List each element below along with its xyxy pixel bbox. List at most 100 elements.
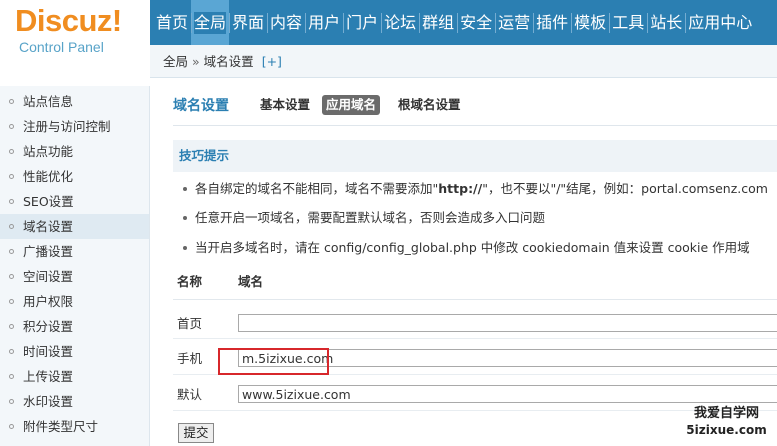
title-divider [173, 125, 777, 126]
sidebar-item[interactable]: 域名设置 [0, 214, 149, 239]
nav-item[interactable]: 工具 [609, 0, 647, 45]
tab-root-domain[interactable]: 根域名设置 [394, 95, 465, 115]
tips-title: 技巧提示 [179, 148, 230, 163]
nav-item[interactable]: 全局 [191, 0, 230, 45]
nav-item[interactable]: 门户 [343, 0, 381, 45]
tab-app-domain[interactable]: 应用域名 [322, 95, 381, 115]
row-divider [173, 338, 777, 339]
sidebar-item[interactable]: 积分设置 [0, 314, 149, 339]
bullet-icon [9, 149, 14, 154]
sidebar-item-label: 时间设置 [23, 344, 74, 359]
nav-item-label: 论坛 [384, 13, 417, 32]
bullet-icon [9, 424, 14, 429]
sidebar-item-label: 用户权限 [23, 294, 74, 309]
bullet-icon [9, 399, 14, 404]
bullet-icon [9, 374, 14, 379]
breadcrumb-root[interactable]: 全局 [163, 54, 188, 69]
nav-item[interactable]: 模板 [571, 0, 609, 45]
bullet-icon [183, 245, 187, 250]
sidebar-item-label: 积分设置 [23, 319, 74, 334]
nav-item[interactable]: 插件 [533, 0, 571, 45]
sidebar-item-label: 注册与访问控制 [23, 119, 111, 134]
discuz-logo[interactable]: Discuz! Control Panel [0, 0, 150, 78]
default-domain-input[interactable] [238, 385, 777, 403]
top-navigation: 首页 全局 界面 内容 用户 门户 论坛 群组 安全 运营 插件 模板 工具 站长 应用中心 [150, 0, 777, 45]
nav-item[interactable]: 界面 [229, 0, 267, 45]
sidebar-item[interactable]: 时间设置 [0, 339, 149, 364]
tip-item: 当开启多域名时，请在 config/config_global.php 中修改 … [183, 240, 750, 256]
nav-item-label: 内容 [270, 13, 303, 32]
nav-item[interactable]: 群组 [419, 0, 457, 45]
bullet-icon [9, 274, 14, 279]
nav-item-label: 应用中心 [688, 13, 753, 32]
bullet-icon [9, 249, 14, 254]
bullet-icon [9, 349, 14, 354]
sidebar-item[interactable]: 站点信息 [0, 89, 149, 114]
nav-item[interactable]: 用户 [305, 0, 343, 45]
nav-item-label: 站长 [650, 13, 683, 32]
nav-item[interactable]: 应用中心 [685, 0, 755, 45]
bullet-icon [9, 99, 14, 104]
sidebar-item[interactable]: 上传设置 [0, 364, 149, 389]
breadcrumb-separator: » [192, 54, 200, 69]
sidebar-top-gap [0, 78, 150, 86]
sidebar-item-label: 上传设置 [23, 369, 74, 384]
nav-item-label: 全局 [194, 12, 227, 34]
sidebar-item[interactable]: 广播设置 [0, 239, 149, 264]
logo-subtitle: Control Panel [19, 39, 104, 55]
nav-item-label: 界面 [232, 13, 265, 32]
sidebar-item-label: 站点信息 [23, 94, 74, 109]
tab-basic-settings[interactable]: 基本设置 [256, 95, 314, 115]
bullet-icon [9, 324, 14, 329]
column-header-domain: 域名 [238, 274, 264, 289]
nav-item-label: 模板 [574, 13, 607, 32]
sidebar-item[interactable]: 附件类型尺寸 [0, 414, 149, 439]
sidebar-item-label: 站点功能 [23, 144, 74, 159]
sidebar-item[interactable]: 注册与访问控制 [0, 114, 149, 139]
nav-item-label: 运营 [498, 13, 531, 32]
header: Discuz! Control Panel 首页 全局 界面 内容 用户 门户 论坛 群组 安全… [0, 0, 777, 55]
nav-item-label: 用户 [308, 13, 341, 32]
header-divider [173, 299, 777, 300]
row-label-home: 首页 [177, 316, 203, 331]
breadcrumb: 全局 » 域名设置 [+] [163, 54, 282, 70]
sidebar-item[interactable]: 空间设置 [0, 264, 149, 289]
sidebar-item-label: 空间设置 [23, 269, 74, 284]
home-domain-input[interactable] [238, 314, 777, 332]
sidebar: 站点信息注册与访问控制 站点功能性能优化 SEO设置域名设置 广播设置空间设置用户权限… [0, 78, 150, 446]
bullet-icon [9, 174, 14, 179]
sidebar-item[interactable]: 水印设置 [0, 389, 149, 414]
row-label-mobile: 手机 [177, 351, 203, 366]
add-shortcut-link[interactable]: [+] [262, 54, 282, 69]
breadcrumb-bar: 全局 » 域名设置 [+] [150, 45, 777, 78]
sidebar-item[interactable]: SEO设置 [0, 189, 149, 214]
submit-button[interactable]: 提交 [178, 423, 214, 443]
bullet-icon [183, 186, 187, 191]
nav-item[interactable]: 首页 [150, 0, 191, 45]
column-header-name: 名称 [177, 274, 203, 289]
nav-item-label: 安全 [460, 13, 493, 32]
nav-item-label: 首页 [156, 13, 189, 32]
nav-item-label: 群组 [422, 13, 455, 32]
nav-item-label: 工具 [612, 13, 645, 32]
nav-item[interactable]: 论坛 [381, 0, 419, 45]
nav-item[interactable]: 运营 [495, 0, 533, 45]
sidebar-item[interactable]: 性能优化 [0, 164, 149, 189]
nav-item[interactable]: 内容 [267, 0, 305, 45]
bullet-icon [9, 199, 14, 204]
watermark-line-2: 5izixue.com [686, 423, 767, 437]
page-title: 域名设置 [173, 98, 229, 114]
sidebar-item[interactable]: 用户权限 [0, 289, 149, 314]
bullet-icon [9, 224, 14, 229]
tips-box: 技巧提示 各自绑定的域名不能相同，域名不需要添加"http://"，也不要以"/… [173, 140, 777, 255]
breadcrumb-current: 域名设置 [203, 54, 254, 69]
nav-item[interactable]: 站长 [647, 0, 685, 45]
sidebar-item-label: SEO设置 [23, 194, 74, 209]
bullet-icon [9, 299, 14, 304]
nav-item-label: 门户 [346, 13, 379, 32]
watermark: 我爱自学网 5izixue.com [676, 406, 777, 438]
nav-item[interactable]: 安全 [457, 0, 495, 45]
tips-header: 技巧提示 [173, 140, 777, 172]
sidebar-item[interactable]: 站点功能 [0, 139, 149, 164]
row-label-default: 默认 [177, 387, 203, 402]
